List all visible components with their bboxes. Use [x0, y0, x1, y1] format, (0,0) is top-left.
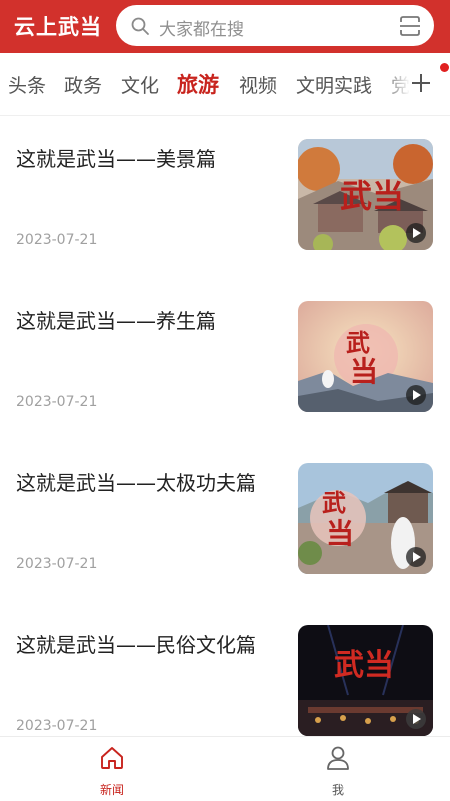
- tab-fade: [380, 53, 410, 114]
- search-icon: [131, 17, 149, 35]
- search-input[interactable]: 大家都在搜: [116, 5, 434, 46]
- video-thumbnail[interactable]: 武当: [298, 139, 433, 250]
- svg-text:武: 武: [322, 490, 346, 517]
- tab-tourism[interactable]: 旅游: [177, 69, 219, 99]
- tab-video[interactable]: 视频: [239, 71, 277, 98]
- play-icon[interactable]: [405, 546, 427, 568]
- bottom-nav: 新闻 我: [0, 736, 450, 801]
- tab-civilization[interactable]: 文明实践: [296, 71, 372, 98]
- nav-me[interactable]: 我: [278, 737, 398, 801]
- search-placeholder: 大家都在搜: [159, 20, 244, 40]
- news-feed: 这就是武当——美景篇 2023-07-21 武当 这就是武当——养生篇 2023…: [0, 116, 450, 736]
- play-icon[interactable]: [405, 708, 427, 730]
- nav-news[interactable]: 新闻: [52, 737, 172, 801]
- article-date: 2023-07-21: [16, 232, 98, 248]
- tab-government[interactable]: 政务: [64, 71, 102, 98]
- list-item[interactable]: 这就是武当——美景篇 2023-07-21 武当: [0, 116, 450, 278]
- home-icon: [101, 747, 123, 769]
- top-bar: 云上武当 大家都在搜: [0, 0, 450, 53]
- nav-me-label: 我: [331, 783, 344, 797]
- article-title[interactable]: 这就是武当——美景篇: [16, 143, 216, 172]
- notification-dot: [440, 63, 449, 72]
- svg-text:当: 当: [326, 518, 354, 550]
- article-title[interactable]: 这就是武当——民俗文化篇: [16, 629, 256, 658]
- scan-icon[interactable]: [398, 14, 422, 38]
- nav-news-label: 新闻: [99, 783, 124, 797]
- article-title[interactable]: 这就是武当——太极功夫篇: [16, 467, 256, 496]
- app-title: 云上武当: [14, 15, 102, 39]
- video-thumbnail[interactable]: 武 当: [298, 301, 433, 412]
- tab-headlines[interactable]: 头条: [8, 71, 46, 98]
- svg-text:武: 武: [346, 330, 370, 357]
- play-icon[interactable]: [405, 222, 427, 244]
- tab-culture[interactable]: 文化: [121, 71, 159, 98]
- article-date: 2023-07-21: [16, 718, 98, 734]
- list-item[interactable]: 这就是武当——养生篇 2023-07-21 武 当: [0, 278, 450, 440]
- video-thumbnail[interactable]: 武 当: [298, 463, 433, 574]
- channel-tabs: 头条 政务 文化 旅游 视频 文明实践 党: [0, 53, 450, 116]
- add-channel-icon[interactable]: [410, 72, 432, 94]
- svg-text:武当: 武当: [334, 649, 394, 682]
- list-item[interactable]: 这就是武当——太极功夫篇 2023-07-21 武 当: [0, 440, 450, 602]
- video-thumbnail[interactable]: 武当: [298, 625, 433, 736]
- user-icon: [327, 746, 349, 770]
- article-title[interactable]: 这就是武当——养生篇: [16, 305, 216, 334]
- svg-text:当: 当: [350, 356, 378, 388]
- article-date: 2023-07-21: [16, 394, 98, 410]
- list-item[interactable]: 这就是武当——民俗文化篇 2023-07-21 武当: [0, 602, 450, 736]
- svg-text:武当: 武当: [340, 178, 404, 214]
- article-date: 2023-07-21: [16, 556, 98, 572]
- play-icon[interactable]: [405, 384, 427, 406]
